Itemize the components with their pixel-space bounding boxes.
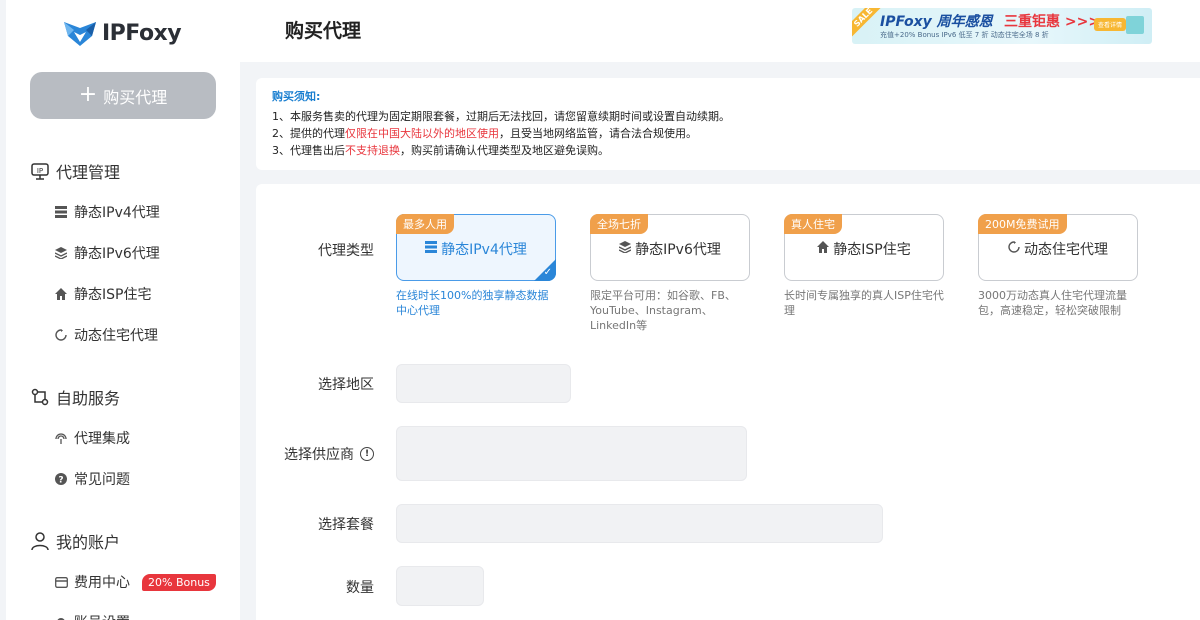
refresh-icon bbox=[54, 328, 68, 342]
type-desc: 限定平台可用：如谷歌、FB、YouTube、Instagram、LinkedIn… bbox=[590, 289, 736, 332]
banner-highlight: 三重钜惠 >>> bbox=[1004, 14, 1101, 30]
fox-logo-icon bbox=[64, 22, 96, 46]
type-name: 动态住宅代理 bbox=[1024, 242, 1108, 258]
type-desc: 在线时长100%的独享静态数据中心代理 bbox=[396, 289, 549, 317]
user-icon bbox=[31, 532, 49, 551]
group-proxy-management: IP 代理管理 bbox=[30, 159, 120, 183]
type-card-static-ipv4[interactable]: 最多人用 静态IPv4代理 ✓ bbox=[396, 214, 556, 281]
svg-text:IP: IP bbox=[37, 167, 43, 175]
layers-icon bbox=[618, 241, 632, 257]
banner-sub: 充值+20% Bonus IPv6 低至 7 折 动态住宅全场 8 折 bbox=[880, 31, 1049, 39]
home-icon bbox=[817, 241, 830, 257]
sidebar-item-billing[interactable]: 费用中心 20% Bonus bbox=[54, 572, 216, 592]
sidebar-item-dynamic-residential[interactable]: 动态住宅代理 bbox=[54, 325, 158, 345]
sidebar-item-label: 代理集成 bbox=[74, 431, 130, 447]
type-desc: 3000万动态真人住宅代理流量包，高速稳定，轻松突破限制 bbox=[978, 289, 1127, 317]
banner-headline: IPFoxy 周年感恩 bbox=[880, 14, 993, 30]
type-name: 静态ISP住宅 bbox=[833, 242, 911, 258]
group-title-label: 代理管理 bbox=[56, 163, 121, 182]
sidebar-item-account-settings[interactable]: 账号设置 bbox=[54, 612, 130, 620]
quantity-input[interactable] bbox=[396, 566, 484, 606]
notice-title: 购买须知: bbox=[272, 90, 321, 103]
page-title: 购买代理 bbox=[285, 20, 362, 42]
sidebar-item-label: 静态IPv6代理 bbox=[74, 246, 160, 262]
self-service-icon bbox=[31, 388, 49, 406]
refresh-icon bbox=[1008, 241, 1020, 257]
settings-icon bbox=[54, 615, 68, 620]
sidebar-item-label: 常见问题 bbox=[74, 472, 130, 488]
buy-proxy-label: 购买代理 bbox=[103, 87, 168, 107]
group-title-label: 我的账户 bbox=[56, 533, 121, 552]
type-tag: 真人住宅 bbox=[784, 214, 842, 234]
server-icon bbox=[54, 205, 68, 219]
type-card-dynamic-residential[interactable]: 200M免费试用 动态住宅代理 bbox=[978, 214, 1138, 281]
provider-select[interactable] bbox=[396, 426, 747, 481]
type-desc: 长时间专属独享的真人ISP住宅代理 bbox=[784, 289, 944, 317]
promo-banner[interactable]: SALE IPFoxy 周年感恩 三重钜惠 >>> 充值+20% Bonus I… bbox=[852, 8, 1152, 44]
sidebar-item-label: 费用中心 bbox=[74, 575, 130, 591]
info-icon[interactable]: ! bbox=[360, 447, 374, 461]
buy-proxy-button[interactable]: + 购买代理 bbox=[30, 72, 216, 119]
brand-name: IPFoxy bbox=[102, 20, 182, 46]
sidebar-item-faq[interactable]: ? 常见问题 bbox=[54, 469, 130, 489]
purchase-form: 代理类型 最多人用 静态IPv4代理 ✓ 在线时长100%的独享静态数据中心代理… bbox=[256, 184, 1200, 620]
logo[interactable]: IPFoxy bbox=[62, 18, 182, 48]
type-name: 静态IPv4代理 bbox=[441, 242, 527, 258]
card-icon bbox=[54, 575, 68, 589]
header: 购买代理 SALE IPFoxy 周年感恩 三重钜惠 >>> 充值+20% Bo… bbox=[240, 0, 1200, 62]
check-icon: ✓ bbox=[543, 267, 552, 278]
package-label: 选择套餐 bbox=[318, 517, 374, 533]
question-icon: ? bbox=[54, 472, 68, 486]
svg-text:?: ? bbox=[58, 476, 63, 486]
server-icon bbox=[425, 241, 438, 257]
proxy-type-label: 代理类型 bbox=[318, 243, 374, 259]
provider-label: 选择供应商 ! bbox=[284, 444, 374, 464]
group-title-label: 自助服务 bbox=[56, 389, 121, 408]
region-label: 选择地区 bbox=[318, 377, 374, 393]
group-my-account: 我的账户 bbox=[30, 529, 120, 553]
provider-label-text: 选择供应商 bbox=[284, 447, 354, 463]
plus-icon: + bbox=[78, 81, 98, 107]
home-icon bbox=[54, 287, 68, 301]
group-self-service: 自助服务 bbox=[30, 385, 120, 409]
type-card-static-ipv6[interactable]: 全场七折 静态IPv6代理 bbox=[590, 214, 750, 281]
bonus-badge: 20% Bonus bbox=[142, 573, 216, 591]
type-tag: 全场七折 bbox=[590, 214, 648, 234]
notice-line-2: 2、提供的代理仅限在中国大陆以外的地区使用，且受当地网络监管，请合法合规使用。 bbox=[272, 127, 697, 140]
sidebar-item-label: 静态ISP住宅 bbox=[74, 287, 152, 303]
notice-line-1: 1、本服务售卖的代理为固定期限套餐，过期后无法找回，请您留意续期时间或设置自动续… bbox=[272, 110, 730, 123]
sidebar-item-static-ipv6[interactable]: 静态IPv6代理 bbox=[54, 243, 160, 263]
sidebar-item-label: 账号设置 bbox=[74, 612, 130, 620]
gift-icon bbox=[1126, 16, 1144, 34]
region-select[interactable] bbox=[396, 364, 571, 403]
type-tag: 最多人用 bbox=[396, 214, 454, 234]
notice-line-3: 3、代理售出后不支持退换，购买前请确认代理类型及地区避免误购。 bbox=[272, 144, 609, 157]
integration-icon bbox=[54, 431, 68, 445]
purchase-notice: 购买须知: 1、本服务售卖的代理为固定期限套餐，过期后无法找回，请您留意续期时间… bbox=[256, 78, 1200, 170]
sidebar-item-label: 动态住宅代理 bbox=[74, 328, 158, 344]
sidebar-item-static-ipv4[interactable]: 静态IPv4代理 bbox=[54, 202, 160, 222]
type-name: 静态IPv6代理 bbox=[635, 242, 721, 258]
sidebar-item-static-isp[interactable]: 静态ISP住宅 bbox=[54, 284, 151, 304]
layers-icon bbox=[54, 246, 68, 260]
sidebar-item-label: 静态IPv4代理 bbox=[74, 205, 160, 221]
package-select[interactable] bbox=[396, 504, 883, 543]
quantity-label: 数量 bbox=[346, 580, 374, 596]
sidebar-item-proxy-integration[interactable]: 代理集成 bbox=[54, 428, 130, 448]
proxy-manage-icon: IP bbox=[31, 163, 49, 180]
banner-button[interactable]: 查看详情 bbox=[1094, 18, 1127, 31]
type-tag: 200M免费试用 bbox=[978, 214, 1067, 234]
type-card-static-isp[interactable]: 真人住宅 静态ISP住宅 bbox=[784, 214, 944, 281]
sidebar: IPFoxy + 购买代理 IP 代理管理 静态IPv4代理 静态IPv6代理 … bbox=[6, 0, 240, 620]
